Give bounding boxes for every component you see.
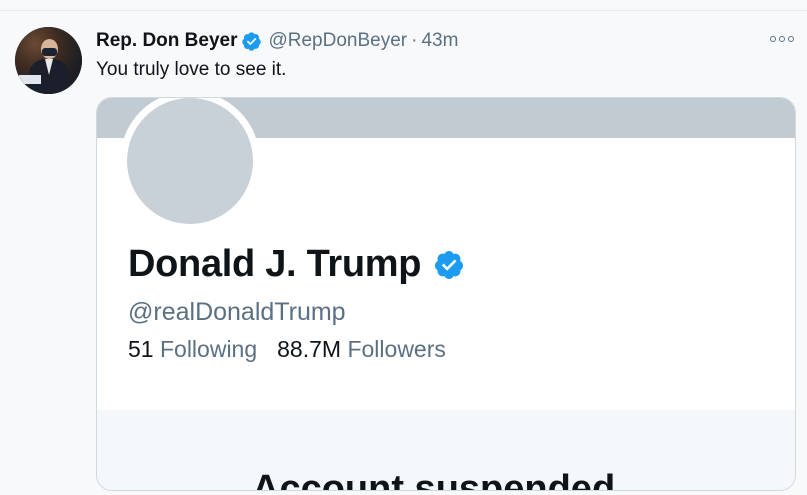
profile-handle: @realDonaldTrump	[128, 298, 346, 326]
following-stat: 51 Following	[128, 336, 257, 363]
author-handle[interactable]: @RepDonBeyer	[268, 30, 407, 52]
tweet-timestamp[interactable]: 43m	[421, 30, 458, 52]
tweet-text: You truly love to see it.	[96, 59, 287, 80]
more-horizontal-icon[interactable]	[770, 33, 796, 45]
profile-name: Donald J. Trump	[128, 243, 422, 285]
account-suspended-heading: Account suspended	[252, 468, 616, 491]
author-avatar[interactable]	[15, 27, 82, 94]
tweet-header: Rep. Don Beyer @RepDonBeyer · 43m	[96, 29, 458, 53]
following-label: Following	[159, 336, 258, 362]
profile-name-row: Donald J. Trump	[128, 243, 465, 286]
author-name[interactable]: Rep. Don Beyer	[96, 30, 237, 52]
profile-picture	[120, 98, 260, 231]
embedded-image[interactable]: Donald J. Trump @realDonaldTrump 51 Foll…	[96, 97, 796, 491]
verified-badge-icon	[435, 250, 464, 279]
following-count: 51	[128, 336, 154, 362]
separator-dot: ·	[411, 30, 418, 51]
tweet[interactable]: Rep. Don Beyer @RepDonBeyer · 43m You tr…	[0, 11, 807, 495]
followers-stat: 88.7M Followers	[277, 336, 446, 363]
profile-stats: 51 Following 88.7M Followers	[128, 336, 446, 363]
followers-label: Followers	[347, 336, 446, 362]
followers-count: 88.7M	[277, 336, 342, 362]
verified-badge-icon	[242, 31, 262, 51]
